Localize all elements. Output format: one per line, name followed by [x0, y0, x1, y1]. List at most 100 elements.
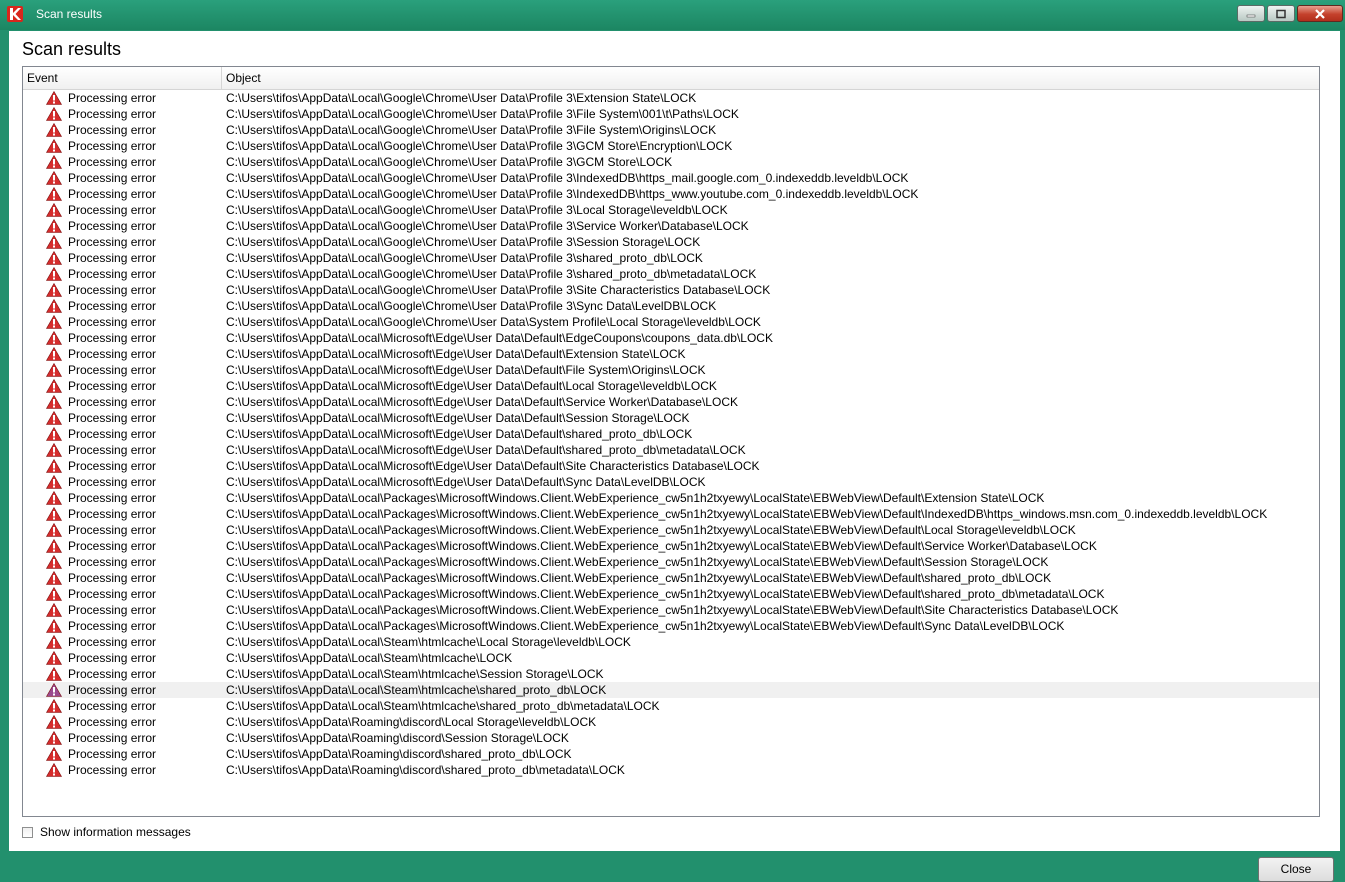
table-row[interactable]: Processing error C:\Users\tifos\AppData\L…	[23, 682, 1319, 698]
table-row[interactable]: Processing error C:\Users\tifos\AppData\L…	[23, 282, 1319, 298]
table-row[interactable]: Processing error C:\Users\tifos\AppData\L…	[23, 410, 1319, 426]
results-table[interactable]: Event Object Processing error C:\Users\ti…	[22, 66, 1320, 817]
table-row[interactable]: Processing error C:\Users\tifos\AppData\L…	[23, 362, 1319, 378]
table-row[interactable]: Processing error C:\Users\tifos\AppData\L…	[23, 426, 1319, 442]
warning-icon	[46, 571, 62, 585]
table-row[interactable]: Processing error C:\Users\tifos\AppData\L…	[23, 698, 1319, 714]
table-row[interactable]: Processing error C:\Users\tifos\AppData\L…	[23, 250, 1319, 266]
table-row[interactable]: Processing error C:\Users\tifos\AppData\L…	[23, 394, 1319, 410]
table-row[interactable]: Processing error C:\Users\tifos\AppData\L…	[23, 554, 1319, 570]
event-cell: Processing error	[23, 122, 222, 138]
table-row[interactable]: Processing error C:\Users\tifos\AppData\L…	[23, 314, 1319, 330]
object-path: C:\Users\tifos\AppData\Local\Packages\Mi…	[226, 507, 1268, 521]
table-row[interactable]: Processing error C:\Users\tifos\AppData\L…	[23, 90, 1319, 106]
warning-icon	[46, 491, 62, 505]
event-cell: Processing error	[23, 682, 222, 698]
event-cell: Processing error	[23, 394, 222, 410]
table-row[interactable]: Processing error C:\Users\tifos\AppData\L…	[23, 170, 1319, 186]
table-row[interactable]: Processing error C:\Users\tifos\AppData\L…	[23, 666, 1319, 682]
table-row[interactable]: Processing error C:\Users\tifos\AppData\L…	[23, 442, 1319, 458]
table-row[interactable]: Processing error C:\Users\tifos\AppData\L…	[23, 618, 1319, 634]
warning-icon	[46, 603, 62, 617]
table-row[interactable]: Processing error C:\Users\tifos\AppData\R…	[23, 714, 1319, 730]
table-row[interactable]: Processing error C:\Users\tifos\AppData\L…	[23, 538, 1319, 554]
table-row[interactable]: Processing error C:\Users\tifos\AppData\L…	[23, 586, 1319, 602]
window-close-button[interactable]	[1297, 5, 1343, 22]
close-button[interactable]: Close	[1258, 857, 1334, 882]
warning-icon	[46, 91, 62, 105]
object-path: C:\Users\tifos\AppData\Local\Google\Chro…	[226, 155, 673, 169]
table-row[interactable]: Processing error C:\Users\tifos\AppData\L…	[23, 346, 1319, 362]
object-path: C:\Users\tifos\AppData\Local\Google\Chro…	[226, 283, 771, 297]
event-label: Processing error	[68, 667, 157, 681]
event-cell: Processing error	[23, 186, 222, 202]
event-cell: Processing error	[23, 458, 222, 474]
table-row[interactable]: Processing error C:\Users\tifos\AppData\L…	[23, 266, 1319, 282]
warning-icon	[46, 171, 62, 185]
table-row[interactable]: Processing error C:\Users\tifos\AppData\L…	[23, 378, 1319, 394]
table-row[interactable]: Processing error C:\Users\tifos\AppData\L…	[23, 522, 1319, 538]
table-row[interactable]: Processing error C:\Users\tifos\AppData\L…	[23, 634, 1319, 650]
table-row[interactable]: Processing error C:\Users\tifos\AppData\L…	[23, 570, 1319, 586]
object-path: C:\Users\tifos\AppData\Local\Microsoft\E…	[226, 475, 706, 489]
table-row[interactable]: Processing error C:\Users\tifos\AppData\L…	[23, 186, 1319, 202]
warning-icon	[46, 363, 62, 377]
table-row[interactable]: Processing error C:\Users\tifos\AppData\R…	[23, 762, 1319, 778]
table-row[interactable]: Processing error C:\Users\tifos\AppData\L…	[23, 458, 1319, 474]
table-row[interactable]: Processing error C:\Users\tifos\AppData\L…	[23, 298, 1319, 314]
table-row[interactable]: Processing error C:\Users\tifos\AppData\L…	[23, 650, 1319, 666]
table-body: Processing error C:\Users\tifos\AppData\L…	[23, 90, 1319, 778]
object-path: C:\Users\tifos\AppData\Local\Microsoft\E…	[226, 331, 773, 345]
event-label: Processing error	[68, 379, 157, 393]
event-cell: Processing error	[23, 746, 222, 762]
event-cell: Processing error	[23, 154, 222, 170]
warning-icon	[46, 763, 62, 777]
table-row[interactable]: Processing error C:\Users\tifos\AppData\L…	[23, 234, 1319, 250]
object-path: C:\Users\tifos\AppData\Local\Packages\Mi…	[226, 491, 1045, 505]
minimize-button[interactable]	[1237, 5, 1265, 22]
title-bar[interactable]: Scan results	[0, 0, 1345, 30]
column-header-object[interactable]: Object	[222, 67, 1319, 89]
show-information-messages-option[interactable]: Show information messages	[22, 825, 191, 839]
checkbox-label: Show information messages	[40, 825, 191, 839]
event-cell: Processing error	[23, 90, 222, 106]
table-row[interactable]: Processing error C:\Users\tifos\AppData\R…	[23, 730, 1319, 746]
column-header-event[interactable]: Event	[23, 67, 222, 89]
table-row[interactable]: Processing error C:\Users\tifos\AppData\L…	[23, 154, 1319, 170]
object-path: C:\Users\tifos\AppData\Local\Microsoft\E…	[226, 379, 717, 393]
warning-icon	[46, 187, 62, 201]
table-row[interactable]: Processing error C:\Users\tifos\AppData\L…	[23, 474, 1319, 490]
table-row[interactable]: Processing error C:\Users\tifos\AppData\L…	[23, 202, 1319, 218]
object-path: C:\Users\tifos\AppData\Local\Microsoft\E…	[226, 427, 693, 441]
table-row[interactable]: Processing error C:\Users\tifos\AppData\L…	[23, 506, 1319, 522]
event-cell: Processing error	[23, 314, 222, 330]
event-cell: Processing error	[23, 714, 222, 730]
table-row[interactable]: Processing error C:\Users\tifos\AppData\L…	[23, 330, 1319, 346]
table-row[interactable]: Processing error C:\Users\tifos\AppData\L…	[23, 138, 1319, 154]
object-path: C:\Users\tifos\AppData\Local\Microsoft\E…	[226, 459, 760, 473]
event-cell: Processing error	[23, 250, 222, 266]
object-path: C:\Users\tifos\AppData\Local\Microsoft\E…	[226, 363, 706, 377]
show-information-messages-checkbox[interactable]	[22, 826, 33, 838]
event-label: Processing error	[68, 171, 157, 185]
event-label: Processing error	[68, 651, 157, 665]
maximize-button[interactable]	[1267, 5, 1295, 22]
event-cell: Processing error	[23, 602, 222, 618]
minimize-icon	[1246, 14, 1256, 17]
table-row[interactable]: Processing error C:\Users\tifos\AppData\L…	[23, 490, 1319, 506]
object-path: C:\Users\tifos\AppData\Local\Google\Chro…	[226, 203, 728, 217]
scan-results-window: Scan results Scan results Event Object P…	[0, 0, 1345, 882]
table-row[interactable]: Processing error C:\Users\tifos\AppData\L…	[23, 122, 1319, 138]
event-label: Processing error	[68, 155, 157, 169]
event-cell: Processing error	[23, 570, 222, 586]
event-label: Processing error	[68, 635, 157, 649]
maximize-icon	[1276, 9, 1286, 18]
table-row[interactable]: Processing error C:\Users\tifos\AppData\L…	[23, 218, 1319, 234]
table-row[interactable]: Processing error C:\Users\tifos\AppData\L…	[23, 106, 1319, 122]
event-label: Processing error	[68, 475, 157, 489]
table-row[interactable]: Processing error C:\Users\tifos\AppData\L…	[23, 602, 1319, 618]
table-row[interactable]: Processing error C:\Users\tifos\AppData\R…	[23, 746, 1319, 762]
warning-icon	[46, 395, 62, 409]
event-label: Processing error	[68, 427, 157, 441]
object-path: C:\Users\tifos\AppData\Local\Google\Chro…	[226, 139, 733, 153]
